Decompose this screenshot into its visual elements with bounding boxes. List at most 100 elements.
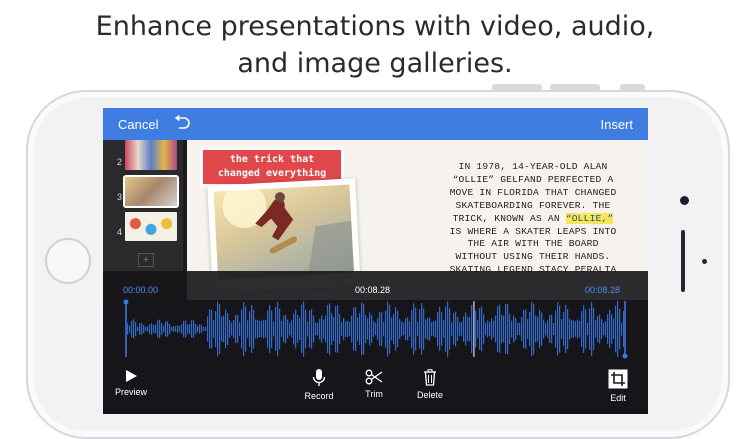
waveform-bar	[221, 316, 223, 342]
waveform-bar	[381, 312, 383, 346]
waveform-bar	[583, 305, 585, 353]
insert-button[interactable]: Insert	[600, 117, 633, 132]
story-line: IN 1978, 14-YEAR-OLD ALAN	[458, 161, 608, 172]
waveform-bar	[503, 315, 505, 343]
cancel-button[interactable]: Cancel	[118, 117, 158, 132]
waveform-bar	[207, 316, 209, 342]
waveform-bar	[137, 326, 139, 332]
waveform-bar	[183, 320, 185, 338]
waveform-bar	[145, 326, 147, 332]
waveform-bar	[623, 310, 625, 348]
waveform-bar	[127, 323, 129, 335]
waveform-bar	[351, 315, 353, 343]
slide-thumbnail-2[interactable]	[125, 140, 177, 170]
waveform-bar	[271, 310, 273, 348]
waveform-bar	[233, 320, 235, 338]
waveform-bar	[443, 320, 445, 338]
waveform-bar	[209, 309, 211, 349]
waveform-bar	[161, 323, 163, 335]
waveform-bar	[241, 309, 243, 349]
waveform-bar	[553, 322, 555, 336]
waveform-bar	[565, 305, 567, 353]
waveform-bar	[247, 320, 249, 338]
waveform-bar	[577, 319, 579, 339]
edit-button[interactable]: Edit	[603, 369, 633, 403]
waveform-bar	[165, 321, 167, 337]
waveform-bar	[285, 314, 287, 344]
trim-button[interactable]: Trim	[359, 369, 389, 399]
waveform-bar	[237, 315, 239, 343]
callout-line-2: changed everything	[217, 168, 327, 179]
waveform-bar	[193, 320, 195, 338]
trim-end-knob[interactable]	[622, 353, 628, 359]
waveform-bar	[573, 320, 575, 338]
waveform-bar	[371, 315, 373, 343]
delete-button[interactable]: Delete	[413, 369, 447, 400]
trim-start-knob[interactable]	[123, 299, 129, 305]
record-label: Record	[304, 391, 334, 401]
preview-label: Preview	[114, 387, 147, 397]
waveform-bar	[561, 318, 563, 340]
waveform-bar	[383, 321, 385, 337]
slide-number: 3	[117, 192, 123, 202]
play-icon	[126, 370, 137, 382]
record-button[interactable]: Record	[301, 369, 337, 401]
waveform-bar	[149, 324, 151, 334]
waveform-bar	[599, 314, 601, 344]
waveform-bar	[485, 322, 487, 336]
slide-thumbnail-3[interactable]	[123, 175, 179, 208]
waveform-bar	[215, 310, 217, 348]
waveform-bar	[263, 319, 265, 339]
waveform-bar	[345, 321, 347, 337]
waveform-bar	[335, 305, 337, 353]
slide-thumbnail-4[interactable]	[125, 212, 177, 241]
preview-button[interactable]: Preview	[113, 369, 149, 397]
waveform-bar	[569, 318, 571, 340]
waveform-bar	[257, 319, 259, 339]
waveform-bar	[169, 324, 171, 334]
waveform-bar	[147, 326, 149, 332]
waveform-bar	[513, 315, 515, 343]
proximity-sensor	[702, 259, 707, 264]
waveform-bar	[433, 321, 435, 337]
home-button[interactable]	[45, 238, 91, 284]
waveform-bar	[601, 319, 603, 339]
waveform-bar	[423, 308, 425, 350]
waveform-bar	[449, 308, 451, 350]
audio-editor-panel: 00:00.00 00:08.28 00:08.28 Preview Recor…	[103, 271, 648, 414]
waveform-bar	[205, 326, 207, 332]
waveform-bar	[229, 320, 231, 338]
waveform-bar	[323, 319, 325, 339]
waveform-bar	[299, 317, 301, 341]
waveform-bar	[231, 322, 233, 336]
waveform-bar	[175, 326, 177, 332]
waveform-bar	[603, 322, 605, 336]
waveform-bar	[249, 311, 251, 347]
waveform-bar	[425, 319, 427, 339]
waveform-bar	[517, 322, 519, 336]
waveform-bar	[581, 311, 583, 347]
waveform-bar	[557, 302, 559, 356]
waveform-bar	[289, 322, 291, 336]
waveform-bar	[287, 319, 289, 339]
waveform-bar	[509, 313, 511, 345]
waveform-bar	[457, 317, 459, 341]
waveform-bar	[555, 310, 557, 348]
waveform-bar	[269, 304, 271, 354]
waveform-bar	[593, 307, 595, 351]
add-slide-icon[interactable]: +	[138, 253, 154, 267]
audio-waveform[interactable]	[103, 299, 648, 359]
waveform-bar	[589, 308, 591, 350]
waveform-bar	[315, 322, 317, 336]
crop-icon	[608, 369, 628, 389]
story-line: WITHOUT USING THEIR HANDS.	[455, 251, 611, 263]
undo-arrow-icon[interactable]	[173, 114, 191, 136]
waveform-bar	[391, 317, 393, 341]
waveform-bar	[549, 315, 551, 343]
waveform-bar	[369, 312, 371, 346]
waveform-bar	[429, 317, 431, 341]
waveform-bar	[217, 301, 219, 357]
waveform-bar	[519, 322, 521, 336]
waveform-bar	[283, 315, 285, 343]
waveform-bar	[585, 309, 587, 349]
